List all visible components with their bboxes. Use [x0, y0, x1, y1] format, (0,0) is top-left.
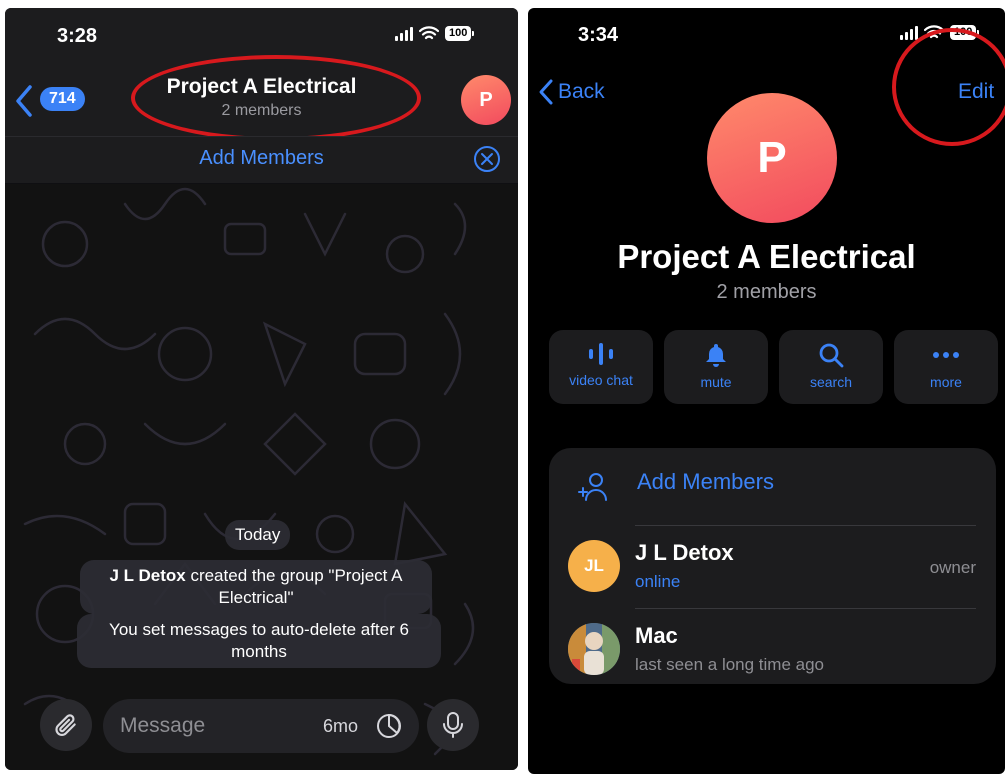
- paperclip-icon: [55, 714, 76, 736]
- member-row[interactable]: JL J L Detox online owner: [549, 526, 996, 608]
- action-buttons: video chat mute search more: [549, 330, 998, 404]
- auto-delete-label: 6mo: [323, 716, 359, 736]
- member-name: Mac: [635, 623, 678, 648]
- group-title: Project A Electrical: [617, 238, 916, 275]
- avatar-letter: P: [757, 133, 787, 182]
- cellular-signal-icon: [395, 26, 413, 41]
- member-avatar: [568, 623, 620, 675]
- photo-avatar-icon: [568, 623, 620, 675]
- add-members-label: Add Members: [637, 469, 774, 494]
- add-members-link[interactable]: Add Members: [5, 147, 518, 170]
- system-message-text-continued: months: [231, 642, 287, 661]
- battery-indicator: 100: [445, 26, 475, 41]
- cellular-signal-icon: [900, 25, 918, 40]
- auto-delete-timer-icon[interactable]: [375, 712, 403, 740]
- voice-chat-icon: [589, 343, 613, 365]
- video-chat-button[interactable]: video chat: [549, 330, 653, 404]
- more-button[interactable]: more: [894, 330, 998, 404]
- date-separator: Today: [225, 520, 291, 550]
- system-message-auto-delete: You set messages to auto-delete after 6 …: [77, 614, 441, 668]
- member-name: J L Detox: [635, 540, 734, 565]
- creator-name: J L Detox: [109, 566, 186, 585]
- microphone-icon: [443, 712, 463, 738]
- back-button[interactable]: Back: [538, 78, 605, 106]
- message-placeholder: Message: [120, 714, 206, 737]
- system-message-text: created the group "Project A: [185, 566, 403, 585]
- chat-header: 3:28 100 714 Project A Electrical 2 memb…: [5, 8, 518, 141]
- annotation-circle: [892, 28, 1005, 146]
- group-avatar-large[interactable]: P: [707, 93, 837, 223]
- action-label: more: [930, 374, 962, 390]
- search-icon: [819, 343, 844, 368]
- status-time: 3:28: [57, 25, 98, 47]
- chat-screen: Today J L Detox created the group "Proje…: [5, 8, 518, 770]
- add-members-row[interactable]: Add Members: [549, 448, 996, 524]
- wifi-icon: [419, 26, 439, 40]
- back-label: Back: [558, 80, 605, 103]
- chevron-left-icon: [539, 79, 553, 105]
- add-members-banner: Add Members: [5, 136, 518, 183]
- voice-record-button[interactable]: [427, 699, 479, 751]
- member-status: last seen a long time ago: [635, 655, 825, 674]
- mute-button[interactable]: mute: [664, 330, 768, 404]
- annotation-circle: [131, 55, 421, 141]
- group-avatar[interactable]: P: [461, 75, 511, 125]
- avatar-letter: P: [479, 88, 493, 111]
- action-label: video chat: [569, 372, 633, 388]
- status-bar: 3:28 100: [5, 8, 518, 60]
- system-message-text: You set messages to auto-delete after 6: [109, 620, 409, 639]
- chat-wallpaper: Today J L Detox created the group "Proje…: [5, 184, 518, 770]
- date-separator-label: Today: [235, 525, 281, 544]
- add-person-icon: [578, 473, 607, 501]
- members-card: Add Members JL J L Detox online owner Ma…: [549, 448, 996, 684]
- action-label: search: [809, 374, 853, 390]
- action-label: mute: [700, 374, 732, 390]
- close-circle-icon[interactable]: [472, 144, 502, 174]
- system-message-text-continued: Electrical": [218, 588, 294, 607]
- search-button[interactable]: search: [779, 330, 883, 404]
- message-composer: Message 6mo: [5, 675, 518, 770]
- status-icons: 100: [395, 26, 475, 41]
- group-info-screen: 3:34 100 Back Edit P Project A Electrica…: [528, 8, 1005, 774]
- member-role: owner: [929, 558, 976, 577]
- member-row[interactable]: Mac last seen a long time ago: [549, 609, 996, 684]
- member-status: online: [635, 572, 681, 591]
- member-avatar: JL: [568, 540, 620, 592]
- system-message-group-created: J L Detox created the group "Project A E…: [80, 560, 432, 614]
- attach-button[interactable]: [40, 699, 92, 751]
- status-time: 3:34: [578, 24, 619, 46]
- message-input[interactable]: Message 6mo: [103, 699, 419, 753]
- more-icon: [933, 352, 959, 358]
- bell-icon: [706, 344, 726, 367]
- avatar-initials: JL: [584, 556, 604, 575]
- group-member-count: 2 members: [716, 281, 817, 303]
